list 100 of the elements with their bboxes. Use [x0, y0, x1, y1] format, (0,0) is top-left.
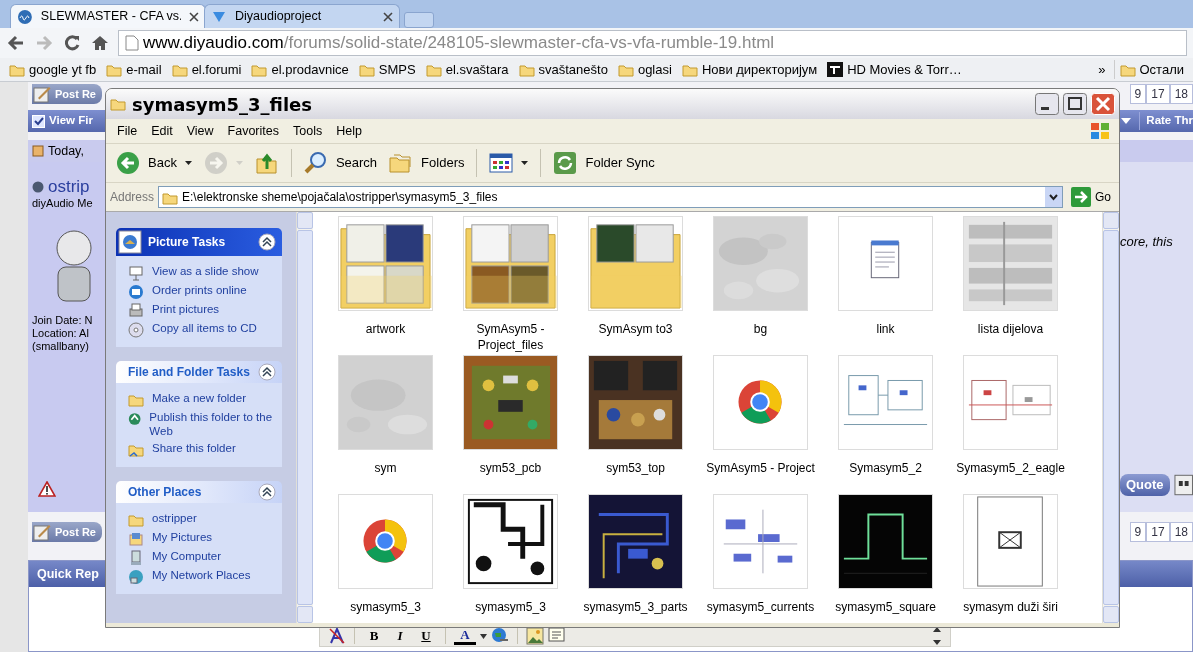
reload-icon[interactable]: [62, 33, 82, 53]
task-link[interactable]: View as a slide show: [128, 265, 274, 281]
file-name[interactable]: symasym5_currents: [706, 599, 815, 615]
task-link[interactable]: Make a new folder: [128, 392, 274, 408]
quote-button[interactable]: Quote: [1120, 474, 1170, 496]
menu-item[interactable]: Edit: [144, 121, 180, 141]
sync-button[interactable]: Folder Sync: [549, 149, 659, 177]
task-link[interactable]: Print pictures: [128, 303, 274, 319]
underline-button[interactable]: U: [415, 626, 437, 646]
menu-item[interactable]: View: [179, 121, 221, 141]
minimize-icon[interactable]: [1035, 93, 1059, 115]
scrollbar[interactable]: [1102, 212, 1119, 623]
bookmark[interactable]: Остали: [1113, 59, 1189, 80]
file-name[interactable]: symasym5_3_parts: [583, 599, 688, 615]
page-link[interactable]: 9: [1129, 522, 1147, 542]
warning-icon[interactable]: [38, 480, 56, 497]
home-icon[interactable]: [90, 33, 110, 53]
collapse-icon: [258, 233, 276, 251]
file-name[interactable]: sym53_top: [606, 460, 665, 476]
bookmark[interactable]: HD Movies & Torr…: [822, 59, 967, 80]
file-name[interactable]: SymAsym5 - Project_files: [450, 321, 571, 353]
bookmark[interactable]: google yt fb: [4, 59, 102, 80]
view-first-link[interactable]: View Fir: [49, 112, 93, 130]
task-link[interactable]: My Pictures: [128, 530, 274, 547]
bookmark[interactable]: SMPS: [353, 59, 421, 80]
close-icon[interactable]: [383, 11, 393, 22]
bookmark[interactable]: svaštanešto: [513, 59, 613, 80]
folder-icon: [171, 62, 188, 77]
bookmark[interactable]: el.prodavnice: [246, 59, 354, 80]
site-icon: [827, 62, 844, 77]
close-icon[interactable]: [189, 11, 199, 22]
bold-button[interactable]: B: [363, 626, 385, 646]
username-link[interactable]: ostrip: [48, 178, 90, 195]
menu-item[interactable]: Tools: [286, 121, 330, 141]
page-link[interactable]: 17: [1146, 522, 1170, 542]
address-bar[interactable]: www.diyaudio.com/forums/solid-state/248105-slewmaster-cfa-vs-vfa-rumble-19.html: [118, 30, 1187, 56]
user-info: (smallbany): [32, 339, 89, 353]
more-bookmarks-button[interactable]: »: [1090, 59, 1114, 80]
pen-icon: [33, 523, 51, 541]
file-name[interactable]: symasym duži širi: [963, 599, 1058, 615]
task-link[interactable]: Copy all items to CD: [128, 322, 274, 338]
file-name[interactable]: symasym5_3: [475, 599, 546, 615]
task-icon: [128, 392, 144, 408]
folder-icon: [110, 96, 128, 112]
dropdown-icon[interactable]: [1045, 187, 1062, 207]
bookmark[interactable]: el.forumi: [166, 59, 247, 80]
back-icon[interactable]: [6, 33, 26, 53]
file-name[interactable]: link: [876, 321, 895, 337]
quote-icon[interactable]: [1173, 474, 1193, 496]
task-link[interactable]: ostripper: [128, 511, 274, 528]
file-name[interactable]: artwork: [365, 321, 406, 337]
scrollbar[interactable]: [296, 212, 313, 623]
page-link[interactable]: 17: [1146, 84, 1170, 104]
maximize-icon[interactable]: [1063, 93, 1087, 115]
page-link[interactable]: 18: [1169, 84, 1193, 104]
menu-item[interactable]: File: [110, 121, 145, 141]
go-button[interactable]: Go: [1071, 187, 1111, 207]
menu-item[interactable]: Favorites: [220, 121, 286, 141]
folders-button[interactable]: Folders: [385, 150, 469, 176]
bookmark[interactable]: Нови директоријум: [676, 59, 823, 80]
bookmark[interactable]: e-mail: [101, 59, 167, 80]
clear-format-icon[interactable]: [328, 627, 346, 645]
image-icon[interactable]: [526, 627, 544, 645]
task-pane-header[interactable]: File and Folder Tasks: [116, 361, 282, 383]
bookmark[interactable]: oglasi: [612, 59, 677, 80]
browser-tab[interactable]: SLEWMASTER - CFA vs.: [10, 4, 206, 28]
task-pane-header[interactable]: Other Places: [116, 480, 282, 503]
resize-icon[interactable]: [932, 626, 942, 646]
address-field[interactable]: E:\elektronske sheme\pojačala\ostripper\symasym5_3_files: [158, 186, 1063, 208]
file-name[interactable]: sym53_pcb: [479, 460, 542, 476]
globe-icon[interactable]: [491, 627, 509, 645]
back-icon: [116, 151, 140, 175]
caret-icon[interactable]: [480, 633, 487, 639]
italic-button[interactable]: I: [389, 626, 411, 646]
bookmark[interactable]: el.svaštara: [420, 59, 514, 80]
file-name[interactable]: bg: [753, 321, 768, 337]
folder-icon: [338, 216, 433, 311]
file-name[interactable]: symasym5_square: [835, 599, 936, 615]
task-link[interactable]: Order prints online: [128, 284, 274, 300]
task-link[interactable]: Share this folder: [128, 441, 274, 458]
task-link[interactable]: My Computer: [128, 549, 274, 566]
file-name[interactable]: symasym5_3: [350, 599, 421, 615]
search-button[interactable]: Search: [299, 149, 382, 177]
menu-item[interactable]: Help: [329, 121, 369, 141]
file-name[interactable]: SymAsym to3: [598, 321, 673, 337]
rate-thread-link[interactable]: Rate Thr: [1139, 112, 1193, 130]
browser-tab[interactable]: Diyaudioproject: [204, 4, 400, 28]
file-name[interactable]: SymAsym5 - Project: [706, 460, 815, 476]
back-button[interactable]: Back: [112, 149, 196, 177]
file-name[interactable]: lista dijelova: [977, 321, 1044, 337]
file-name[interactable]: Symasym5_2: [849, 460, 922, 476]
collapse-icon: [258, 363, 276, 381]
file-name[interactable]: Symasym5_2_eagle: [956, 460, 1065, 476]
task-pane-header[interactable]: Picture Tasks: [116, 228, 282, 256]
task-link[interactable]: My Network Places: [128, 568, 274, 585]
page-link[interactable]: 18: [1169, 522, 1193, 542]
file-name[interactable]: sym: [374, 460, 397, 476]
task-link[interactable]: Publish this folder to the Web: [128, 411, 274, 439]
address-label: Address: [110, 189, 155, 206]
page-link[interactable]: 9: [1129, 84, 1147, 104]
